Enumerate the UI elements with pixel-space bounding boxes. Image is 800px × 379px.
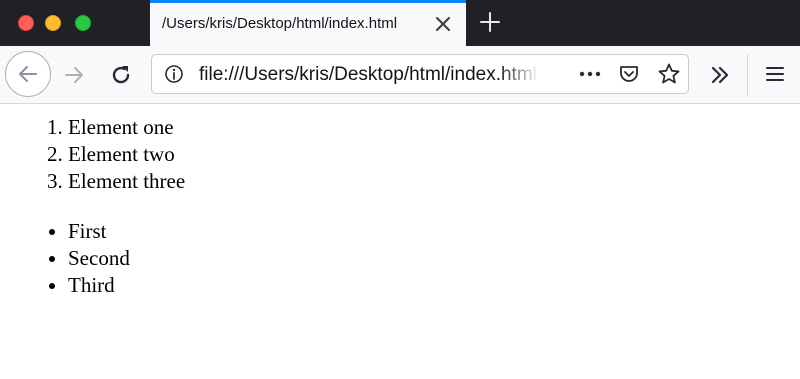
url-bar[interactable]: file:///Users/kris/Desktop/html/index.ht… bbox=[151, 54, 689, 94]
tab-active[interactable]: /Users/kris/Desktop/html/index.html bbox=[150, 0, 466, 46]
url-text[interactable]: file:///Users/kris/Desktop/html/index.ht… bbox=[199, 64, 539, 86]
new-tab-plus-icon[interactable] bbox=[479, 11, 501, 33]
overflow-chevrons-icon[interactable] bbox=[708, 63, 732, 87]
list-item: Second bbox=[68, 245, 130, 272]
ordered-list: Element one Element two Element three bbox=[0, 114, 185, 195]
toolbar-separator bbox=[747, 54, 748, 96]
list-item: Element two bbox=[68, 141, 185, 168]
close-icon[interactable] bbox=[434, 15, 452, 33]
back-button[interactable] bbox=[5, 51, 51, 97]
back-arrow-icon bbox=[19, 66, 37, 82]
pocket-icon[interactable] bbox=[618, 63, 640, 85]
navigation-toolbar: file:///Users/kris/Desktop/html/index.ht… bbox=[0, 46, 800, 104]
list-item: First bbox=[68, 218, 130, 245]
list-item: Element three bbox=[68, 168, 185, 195]
forward-arrow-icon[interactable] bbox=[62, 63, 86, 87]
tab-strip: /Users/kris/Desktop/html/index.html bbox=[0, 0, 800, 46]
hamburger-menu-icon[interactable] bbox=[764, 63, 786, 85]
reload-icon[interactable] bbox=[108, 62, 134, 88]
window-close-icon[interactable] bbox=[18, 15, 34, 31]
unordered-list: First Second Third bbox=[0, 218, 130, 299]
more-icon[interactable] bbox=[578, 64, 602, 84]
list-item: Third bbox=[68, 272, 130, 299]
page-content: Element one Element two Element three Fi… bbox=[0, 104, 800, 379]
window-minimize-icon[interactable] bbox=[45, 15, 61, 31]
list-item: Element one bbox=[68, 114, 185, 141]
star-icon[interactable] bbox=[657, 62, 681, 86]
window-maximize-icon[interactable] bbox=[75, 15, 91, 31]
info-icon[interactable] bbox=[164, 64, 184, 84]
tab-title: /Users/kris/Desktop/html/index.html bbox=[162, 15, 398, 32]
